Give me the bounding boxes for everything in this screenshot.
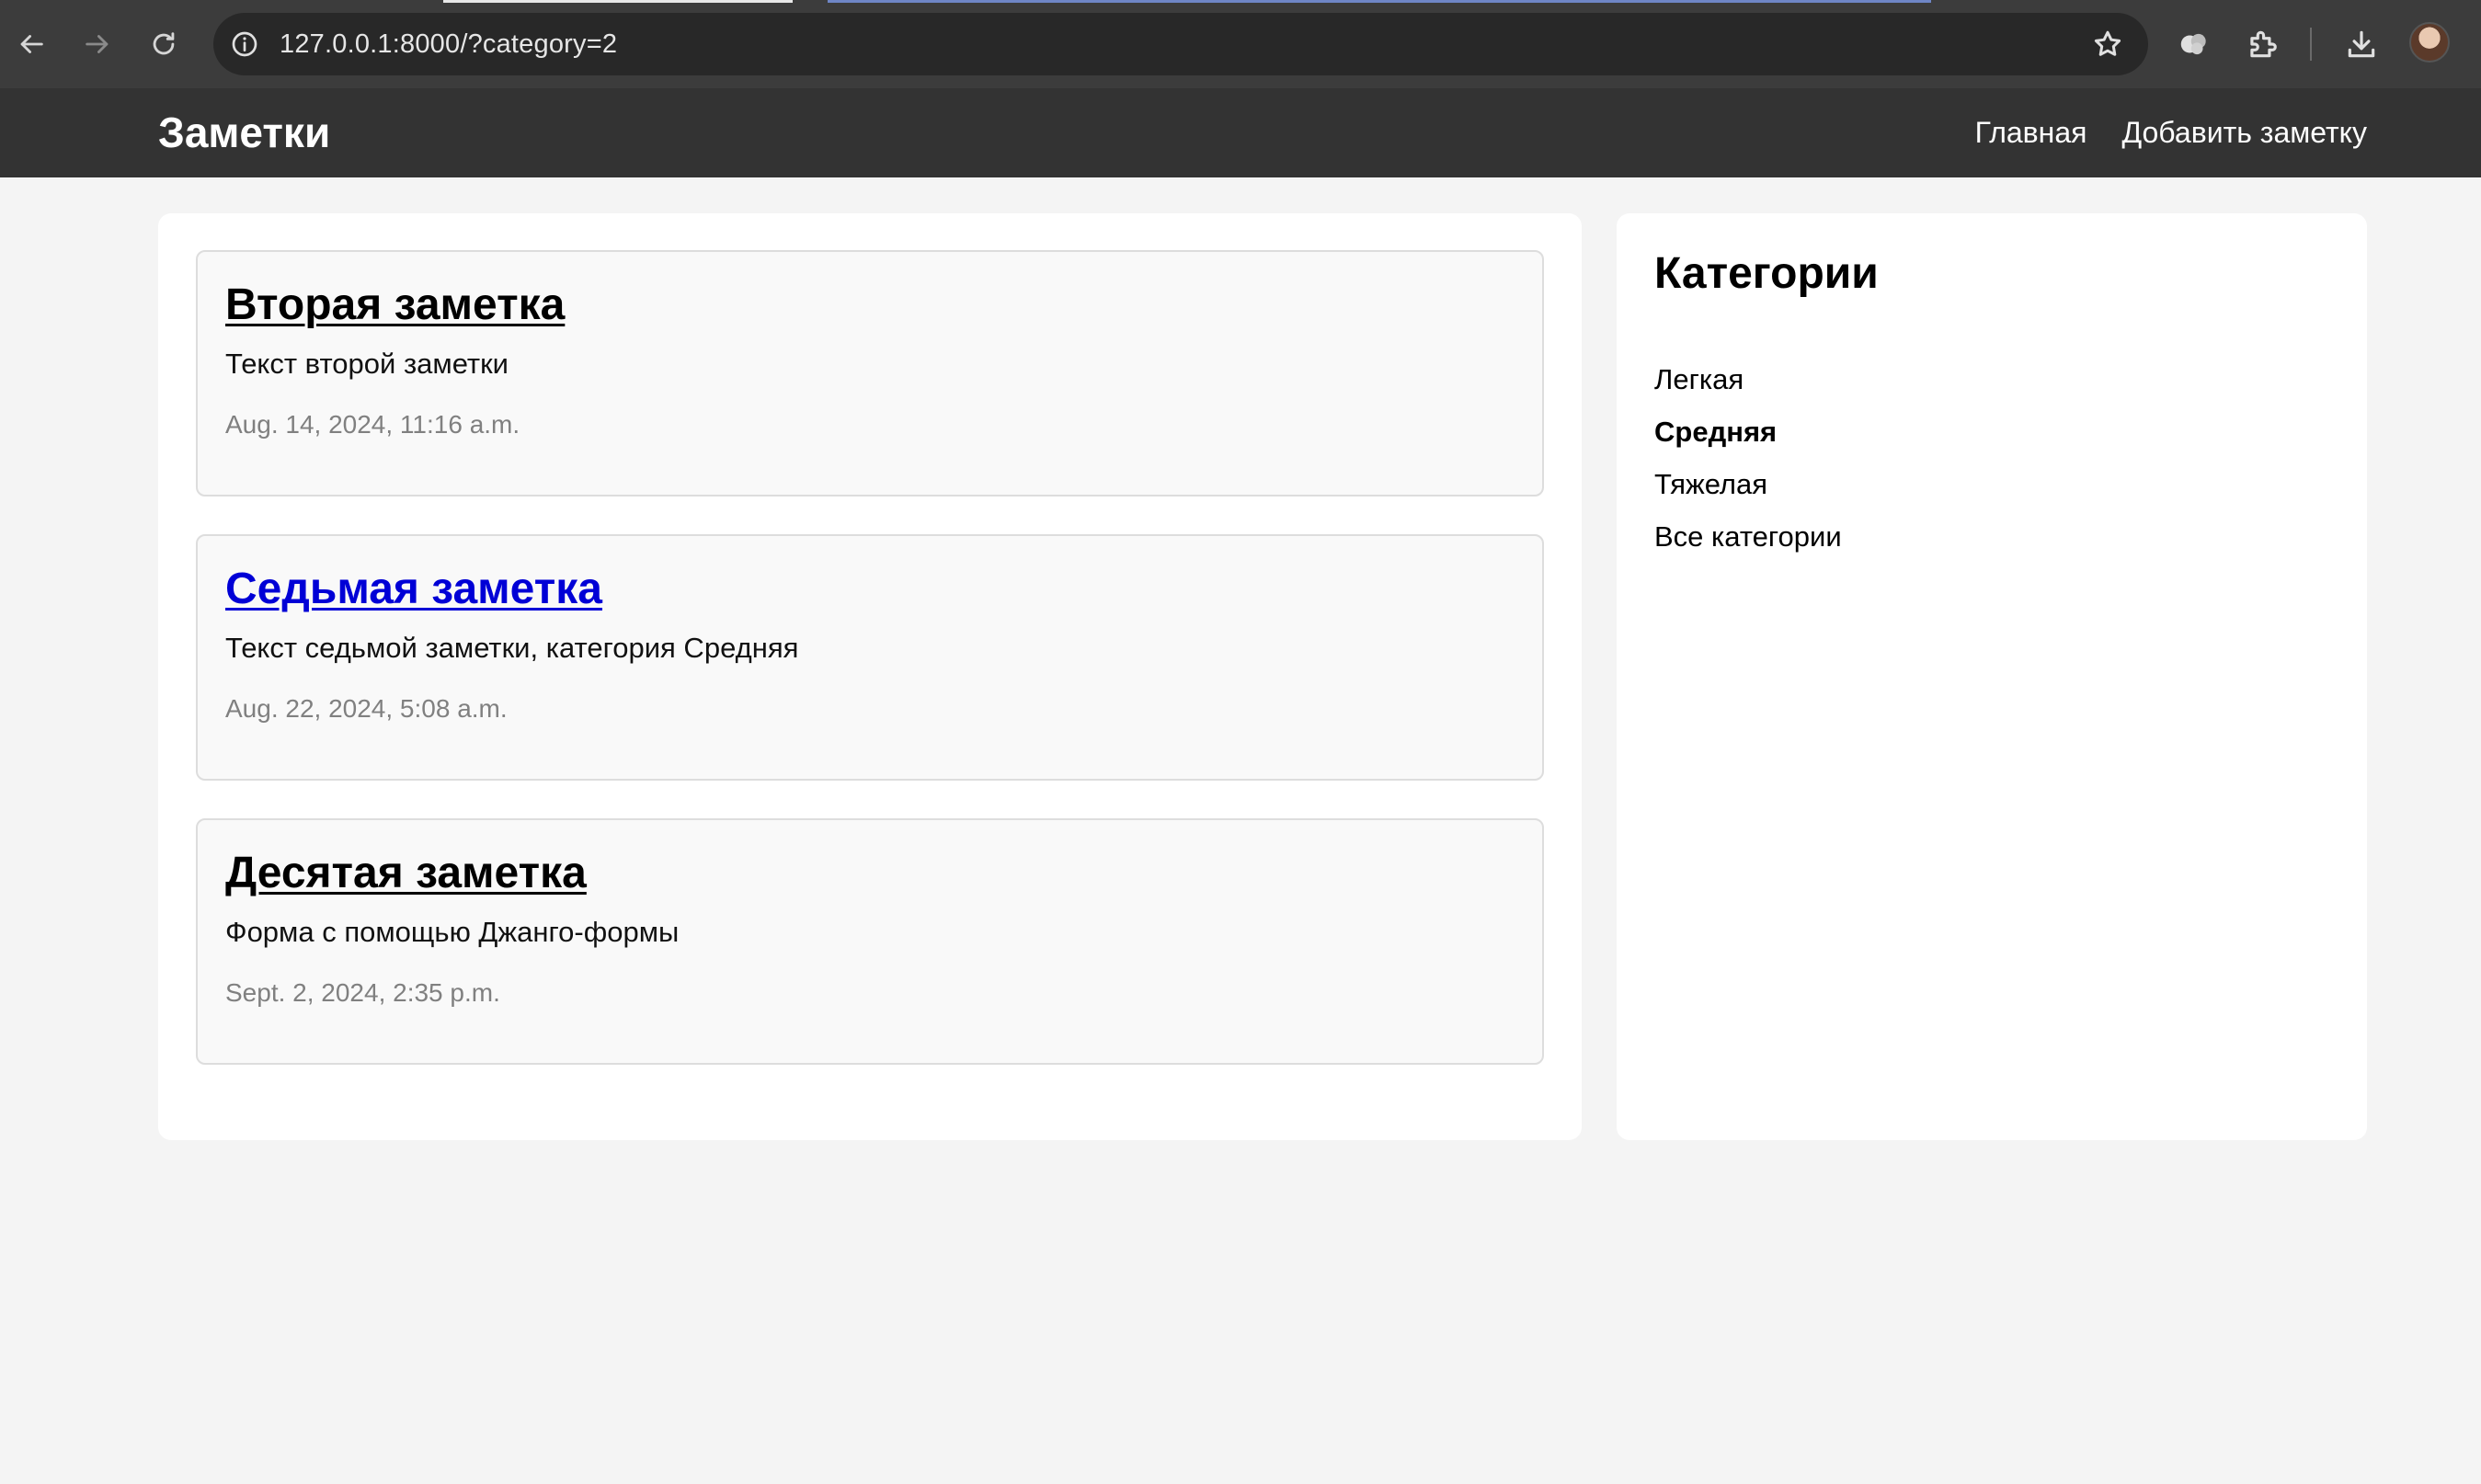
main-nav: Главная Добавить заметку [1975,88,2367,177]
note-date: Sept. 2, 2024, 2:35 p.m. [225,978,500,1007]
category-item-medium: Средняя [1654,405,1842,458]
note-date: Aug. 14, 2024, 11:16 a.m. [225,410,520,439]
category-item-all: Все категории [1654,510,1842,563]
category-item-easy: Легкая [1654,353,1842,405]
category-list: Легкая Средняя Тяжелая Все категории [1654,353,1842,563]
note-card: Седьмая заметка Текст седьмой заметки, к… [196,534,1544,781]
arrow-left-icon [20,35,43,53]
extension-icon[interactable] [2174,24,2214,64]
categories-heading: Категории [1654,249,1879,298]
category-link-all[interactable]: Все категории [1654,520,1842,553]
note-title-link[interactable]: Седьмая заметка [225,564,602,614]
site-info-icon[interactable] [228,28,261,61]
reload-icon [153,32,175,55]
address-bar[interactable]: 127.0.0.1:8000/?category=2 [213,13,2148,75]
site-header: Заметки Главная Добавить заметку [0,88,2481,177]
browser-toolbar: 127.0.0.1:8000/?category=2 [0,0,2481,88]
back-button[interactable] [9,22,53,66]
category-link-medium[interactable]: Средняя [1654,416,1777,448]
download-icon[interactable] [2341,24,2382,64]
arrow-right-icon [86,35,109,53]
notes-panel: Вторая заметка Текст второй заметки Aug.… [158,213,1582,1140]
note-date: Aug. 22, 2024, 5:08 a.m. [225,694,508,723]
profile-avatar[interactable] [2409,22,2450,63]
category-link-hard[interactable]: Тяжелая [1654,468,1767,500]
nav-link-add-note[interactable]: Добавить заметку [2121,116,2367,150]
forward-button[interactable] [75,22,120,66]
category-item-hard: Тяжелая [1654,458,1842,510]
note-card: Вторая заметка Текст второй заметки Aug.… [196,250,1544,497]
categories-sidebar: Категории Легкая Средняя Тяжелая Все кат… [1617,213,2367,1140]
note-text: Форма с помощью Джанго-формы [225,916,680,948]
nav-link-home[interactable]: Главная [1975,116,2087,150]
url-text[interactable]: 127.0.0.1:8000/?category=2 [280,13,617,75]
category-link-easy[interactable]: Легкая [1654,363,1744,395]
active-tab-indicator [443,0,793,3]
site-title[interactable]: Заметки [158,88,330,177]
note-card: Десятая заметка Форма с помощью Джанго-ф… [196,818,1544,1065]
note-text: Текст седьмой заметки, категория Средняя [225,632,799,664]
extensions-puzzle-icon[interactable] [2242,24,2282,64]
tab-group-indicator [828,0,1931,3]
note-text: Текст второй заметки [225,348,509,380]
toolbar-separator [2310,28,2312,61]
tab-strip [0,0,2481,4]
note-title-link[interactable]: Вторая заметка [225,280,565,330]
bookmark-star-icon[interactable] [2089,26,2126,63]
reload-button[interactable] [142,22,186,66]
note-title-link[interactable]: Десятая заметка [225,848,587,898]
